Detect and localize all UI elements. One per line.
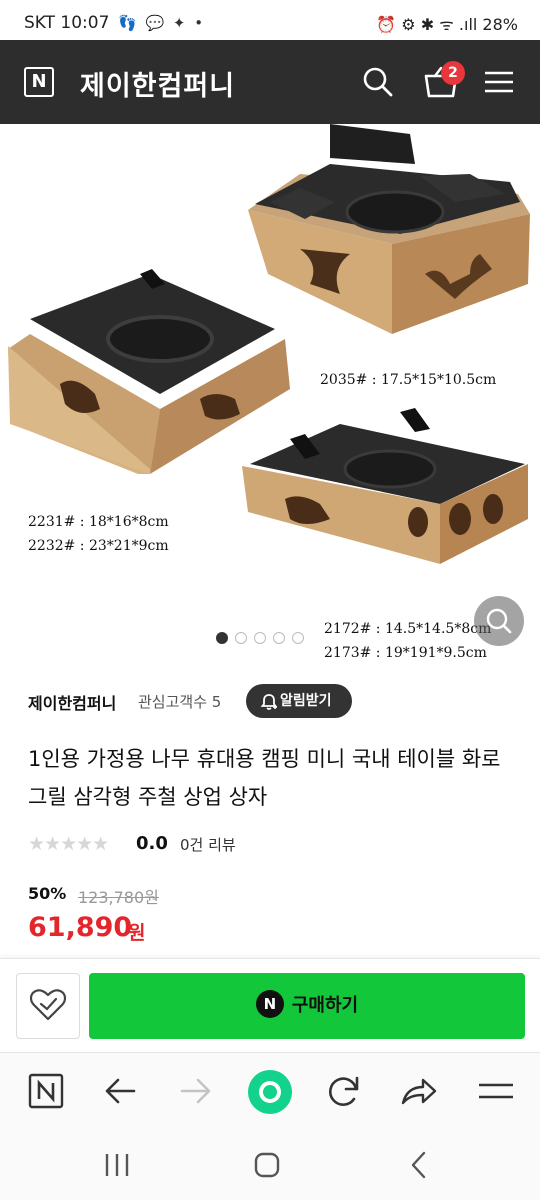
rating-stars: ★★★★★ xyxy=(28,833,109,855)
zoom-button[interactable] xyxy=(474,596,524,646)
stove-illustration-2172 xyxy=(242,408,528,564)
browser-green-dot-button[interactable] xyxy=(246,1068,294,1116)
seller-name[interactable]: 제이한컴퍼니 xyxy=(28,690,116,714)
carousel-indicators xyxy=(216,629,311,648)
spec-label-2035: 2035# : 17.5*15*10.5cm xyxy=(320,372,497,388)
browser-toolbar xyxy=(0,1052,540,1131)
seller-interest-count: 관심고객수 5 xyxy=(138,693,222,711)
recent-apps-icon xyxy=(105,1154,129,1176)
alert-subscribe-button[interactable]: 알림받기 xyxy=(246,684,352,718)
sale-price: 61,890 xyxy=(28,912,133,943)
home-button[interactable] xyxy=(250,1148,284,1182)
arrow-right-icon xyxy=(180,1078,211,1104)
browser-forward-button[interactable] xyxy=(176,1071,216,1111)
carousel-dot[interactable] xyxy=(273,632,285,644)
cart-count-badge: 2 xyxy=(441,61,465,85)
zoom-icon xyxy=(486,608,512,634)
search-button[interactable] xyxy=(362,66,394,98)
browser-back-button[interactable] xyxy=(100,1071,140,1111)
store-title[interactable]: 제이한컴퍼니 xyxy=(80,64,235,103)
recent-apps-button[interactable] xyxy=(100,1148,134,1182)
spec-label-2231: 2231# : 18*16*8cm xyxy=(28,514,169,530)
green-dot-icon xyxy=(248,1070,292,1114)
browser-refresh-button[interactable] xyxy=(324,1071,364,1111)
browser-home-button[interactable] xyxy=(26,1071,66,1111)
carousel-dot[interactable] xyxy=(216,632,228,644)
spec-label-2232: 2232# : 23*21*9cm xyxy=(28,538,169,554)
share-icon xyxy=(401,1078,437,1105)
browser-share-button[interactable] xyxy=(398,1071,438,1111)
chevron-left-icon xyxy=(411,1151,426,1179)
carousel-dot[interactable] xyxy=(235,632,247,644)
alert-subscribe-label: 알림받기 xyxy=(280,693,332,709)
status-carrier-time: SKT 10:07 xyxy=(24,13,110,33)
home-icon xyxy=(254,1152,280,1178)
spec-label-2172: 2172# : 14.5*14.5*8cm xyxy=(324,621,492,637)
heart-check-icon xyxy=(29,989,67,1021)
status-system-icons: ⏰ ⚙ ✱ ᯤ .ıll 28% xyxy=(376,15,518,34)
buy-button[interactable]: N 구매하기 xyxy=(89,973,525,1039)
product-photo xyxy=(8,124,530,564)
menu-icon xyxy=(485,71,513,93)
spec-label-2173: 2173# : 19*191*9.5cm xyxy=(324,645,487,661)
back-button[interactable] xyxy=(402,1148,436,1182)
original-price: 123,780원 xyxy=(78,888,159,907)
wishlist-button[interactable] xyxy=(16,973,80,1039)
browser-menu-icon xyxy=(479,1083,513,1099)
discount-rate: 50% xyxy=(28,884,67,903)
purchase-bar: N 구매하기 xyxy=(0,958,540,1053)
arrow-left-icon xyxy=(105,1078,136,1104)
browser-menu-button[interactable] xyxy=(476,1071,516,1111)
rating-value: 0.0 xyxy=(136,833,168,854)
naver-home-icon xyxy=(28,1073,64,1109)
sale-price-unit: 원 xyxy=(128,922,146,944)
search-icon xyxy=(363,67,393,97)
naver-pay-icon: N xyxy=(255,990,284,1018)
review-count-link[interactable]: 0건 리뷰 xyxy=(180,834,236,855)
product-image[interactable]: 2035# : 17.5*15*10.5cm 2231# : 18*16*8cm… xyxy=(0,124,540,664)
stove-illustration-2035 xyxy=(248,124,530,334)
android-nav-bar xyxy=(0,1130,540,1200)
bell-icon xyxy=(260,694,278,710)
naver-logo-icon[interactable]: N xyxy=(24,67,54,97)
carousel-dot[interactable] xyxy=(292,632,304,644)
status-notification-icons: 👣 💬 ✦ • xyxy=(118,14,206,32)
logo-letter: N xyxy=(31,71,47,92)
carousel-dot[interactable] xyxy=(254,632,266,644)
product-title: 1인용 가정용 나무 휴대용 캠핑 미니 국내 테이블 화로 그릴 삼각형 주철… xyxy=(28,747,501,809)
stove-illustration-2231 xyxy=(8,269,290,474)
refresh-icon xyxy=(328,1076,359,1106)
buy-button-label: 구매하기 xyxy=(291,995,359,1016)
menu-button[interactable] xyxy=(484,70,514,94)
